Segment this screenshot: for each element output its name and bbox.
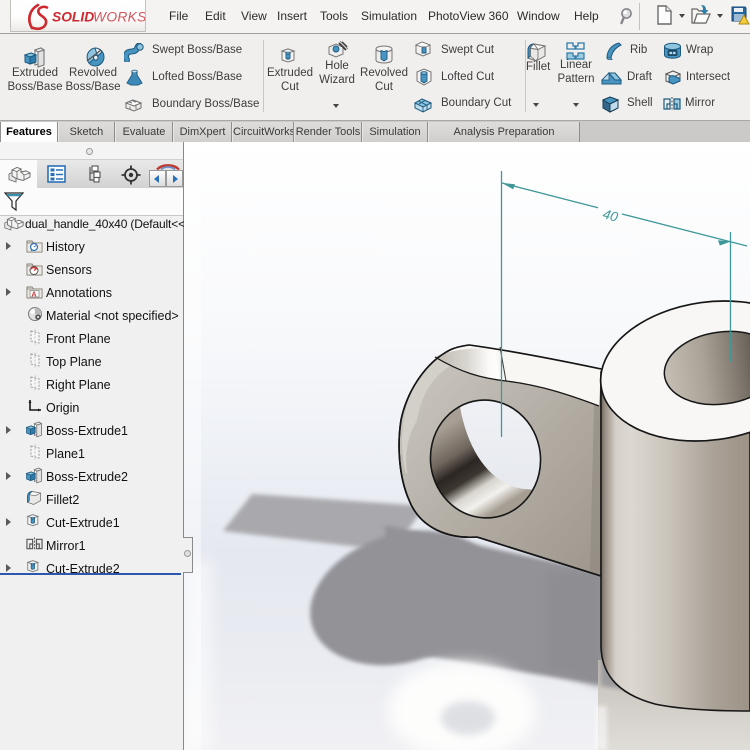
svg-text:WORKS: WORKS (93, 10, 145, 25)
svg-text:SOLID: SOLID (52, 10, 94, 25)
svg-text:A: A (32, 292, 37, 299)
